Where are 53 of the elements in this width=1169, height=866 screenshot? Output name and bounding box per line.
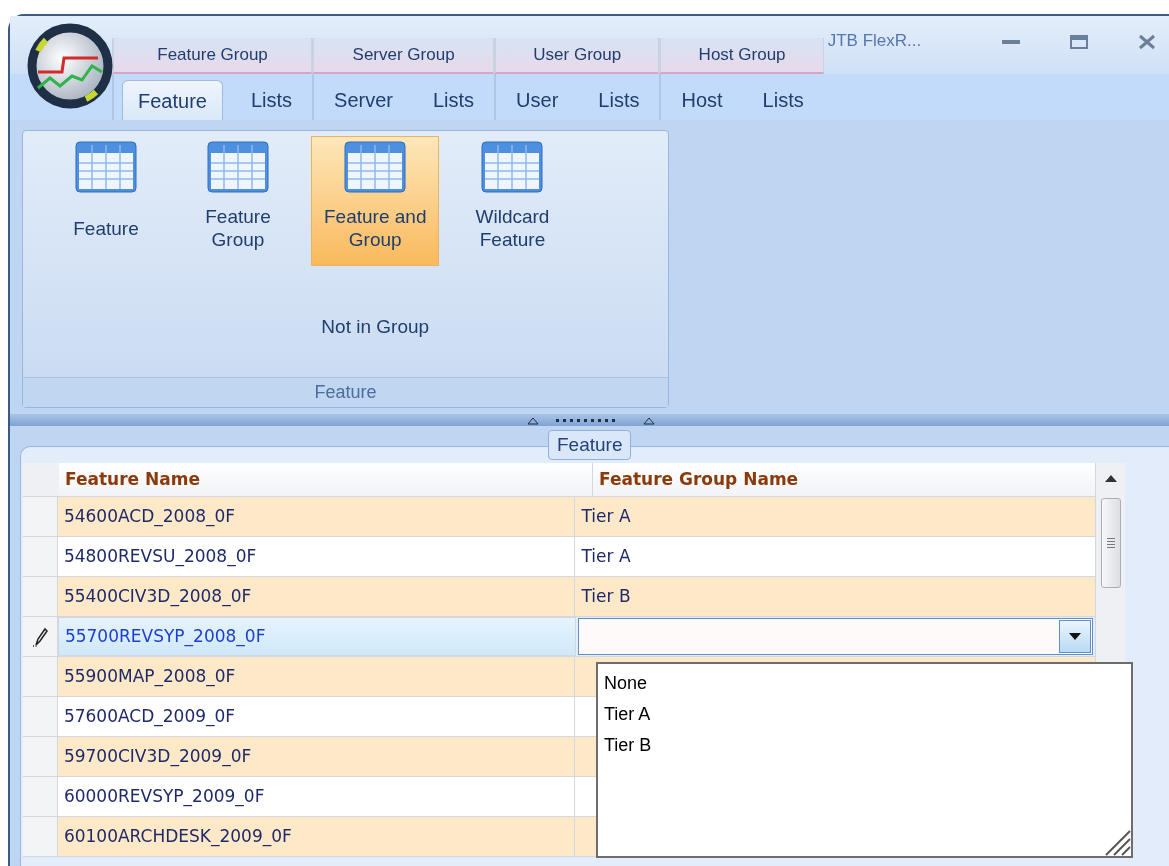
table-icon — [344, 141, 407, 193]
dropdown-option[interactable]: None — [604, 668, 648, 699]
tab-group-label: Feature Group — [112, 38, 313, 74]
combobox-arrow-button[interactable] — [1059, 620, 1091, 653]
table-cell[interactable]: 55700REVSYP_2008_0F — [57, 617, 576, 656]
ribbon-tab[interactable]: Lists — [746, 80, 820, 120]
ribbon-tab[interactable]: Server — [318, 80, 409, 120]
ribbon-tab[interactable]: Lists — [234, 80, 309, 120]
ribbon-button[interactable]: Feature — [47, 136, 165, 266]
scroll-up-icon[interactable] — [1104, 475, 1117, 482]
grid-corner — [23, 463, 59, 496]
ribbon-tab[interactable]: Lists — [416, 80, 491, 120]
table-icon — [481, 141, 544, 193]
tab-group-label: Server Group — [312, 38, 495, 74]
table-cell[interactable]: 60100ARCHDESK_2009_0F — [57, 817, 576, 856]
table-cell[interactable]: 57600ACD_2009_0F — [57, 697, 576, 736]
table-cell[interactable]: Tier B — [575, 577, 1095, 616]
table-icon — [75, 141, 137, 193]
table-cell[interactable]: 55400CIV3D_2008_0F — [57, 577, 576, 616]
tab-group-label: Host Group — [659, 38, 824, 74]
ribbon-button[interactable]: Not in Group — [312, 310, 439, 345]
ribbon-button[interactable]: Feature and Group — [311, 136, 440, 266]
close-icon — [1138, 34, 1156, 50]
ribbon-group-label: Feature — [23, 377, 668, 408]
window-title: JTB FlexR... — [827, 30, 922, 52]
caret-icon — [1069, 633, 1081, 640]
ribbon-tab[interactable]: User — [500, 80, 575, 120]
maximize-icon — [1070, 35, 1088, 49]
table-cell[interactable]: 55900MAP_2008_0F — [57, 657, 576, 696]
ribbon-tab[interactable]: Host — [665, 80, 739, 120]
pencil-icon — [31, 626, 48, 647]
tab-group-label: User Group — [494, 38, 660, 74]
panel-caption: Feature — [548, 430, 632, 460]
resize-grip-icon[interactable] — [1103, 828, 1131, 856]
table-cell[interactable]: Tier A — [575, 537, 1095, 576]
minimize-icon — [1002, 39, 1020, 45]
table-cell[interactable]: Tier A — [575, 497, 1095, 536]
ribbon-button[interactable]: Feature Group — [179, 136, 297, 266]
column-header[interactable]: Feature Group Name — [593, 463, 1095, 496]
table-cell[interactable]: 59700CIV3D_2009_0F — [57, 737, 576, 776]
row-header[interactable] — [23, 617, 58, 656]
dropdown-option[interactable]: Tier A — [604, 699, 651, 730]
table-cell[interactable]: 54600ACD_2008_0F — [57, 497, 576, 536]
column-header[interactable]: Feature Name — [59, 463, 593, 496]
ribbon-button[interactable]: Wildcard Feature — [453, 136, 572, 266]
table-cell[interactable]: 54800REVSU_2008_0F — [57, 537, 576, 576]
table-cell[interactable]: 60000REVSYP_2009_0F — [57, 777, 576, 816]
dropdown-option[interactable]: Tier B — [604, 730, 652, 761]
ribbon-tab[interactable]: Lists — [582, 80, 656, 120]
scrollbar-thumb[interactable] — [1100, 498, 1121, 588]
table-icon — [207, 141, 269, 193]
ribbon-tab[interactable]: Feature — [122, 80, 223, 120]
chart-logo-icon[interactable] — [26, 22, 114, 110]
